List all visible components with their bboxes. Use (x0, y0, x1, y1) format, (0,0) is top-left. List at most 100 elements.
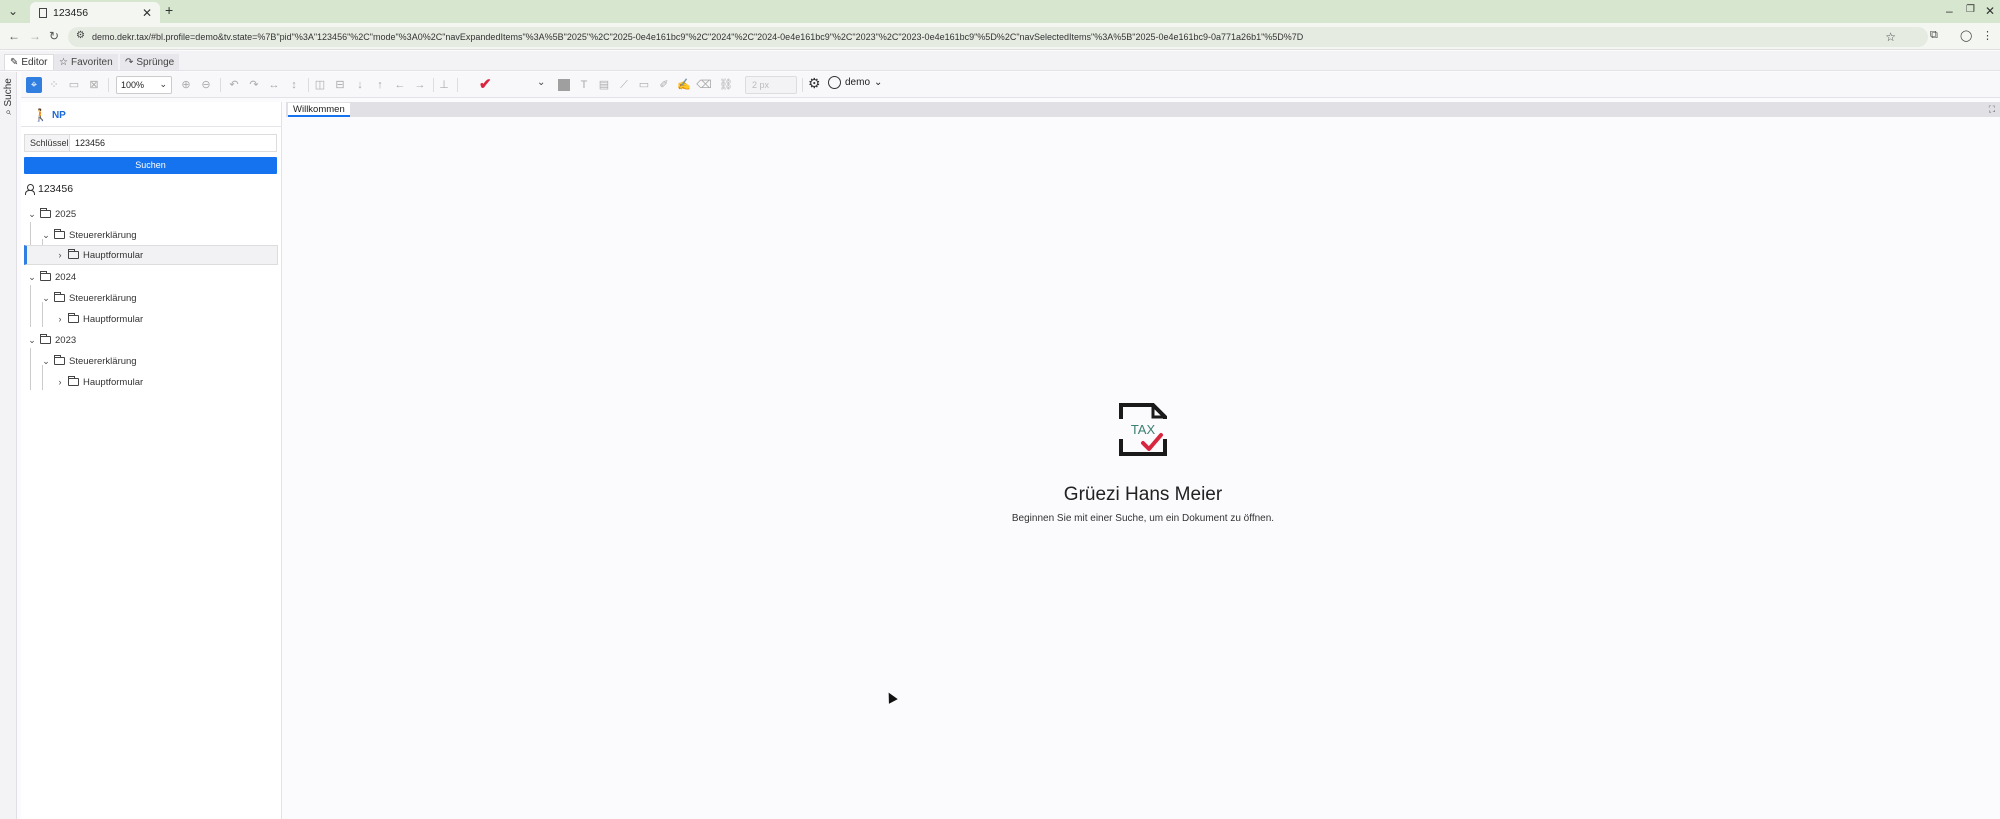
folder-open-icon (40, 271, 51, 281)
split-horizontal-icon[interactable]: ⊟ (332, 77, 348, 93)
profile-icon[interactable]: ◯ (1960, 29, 1972, 42)
minimize-icon[interactable]: – (1946, 4, 1953, 18)
search-button[interactable]: Suchen (24, 157, 277, 174)
tab-jumps-label: Sprünge (136, 56, 175, 68)
split-vertical-icon[interactable]: ◫ (312, 77, 328, 93)
tab-editor[interactable]: ✎ Editor (4, 54, 54, 70)
marker-icon[interactable]: ✐ (656, 77, 672, 93)
tree-item-main-form[interactable]: › Hauptformular (24, 309, 278, 329)
np-header[interactable]: 🚶 NP (33, 108, 66, 122)
arrow-left-icon[interactable]: ← (392, 77, 408, 93)
toolbar-divider (308, 78, 309, 92)
tree-item-tax-return[interactable]: ⌄ Steuererklärung (24, 225, 278, 245)
back-icon[interactable]: ← (8, 29, 20, 43)
toolbar-divider (457, 78, 458, 92)
stamp-icon[interactable]: ⊥ (436, 77, 452, 93)
region-tool-icon[interactable]: ⁘ (46, 77, 62, 93)
zoom-out-icon[interactable]: ⊖ (198, 77, 214, 93)
tree-item-main-form[interactable]: › Hauptformular (24, 372, 278, 392)
image-icon[interactable]: ▭ (66, 77, 82, 93)
page-favicon-icon (39, 7, 47, 18)
reload-icon[interactable]: ↻ (49, 29, 59, 43)
chevron-down-icon[interactable]: ⌄ (26, 272, 38, 283)
arrow-down-icon[interactable]: ↓ (352, 77, 368, 93)
stroke-width-input[interactable]: 2 px (745, 76, 797, 94)
tree-item-tax-return[interactable]: ⌄ Steuererklärung (24, 351, 278, 371)
signature-icon[interactable]: ✍ (676, 77, 692, 93)
chevron-down-icon: ⌄ (159, 79, 167, 89)
address-bar: ← → ↻ ⚙ demo.dekr.tax/#bl.profile=demo&t… (0, 23, 2000, 50)
line-icon[interactable]: ⟋ (616, 77, 632, 93)
document-tab-bar: Willkommen ⛶ (286, 102, 2000, 117)
np-label: NP (51, 109, 66, 121)
chevron-right-icon[interactable]: › (54, 250, 66, 260)
search-rail-tab[interactable]: ⌕ Suche (0, 72, 17, 120)
eraser-icon[interactable]: ⌫ (696, 77, 712, 93)
key-input[interactable]: 123456 (70, 135, 276, 151)
undo-icon[interactable]: ↶ (226, 77, 242, 93)
tree-item-main-form[interactable]: › Hauptformular (24, 245, 278, 265)
chevron-down-icon[interactable]: ⌄ (40, 230, 52, 241)
zoom-select[interactable]: 100% ⌄ (116, 76, 172, 94)
tab-list-chevron-icon[interactable]: ⌄ (8, 4, 18, 18)
chevron-down-icon[interactable]: ⌄ (26, 335, 38, 346)
browser-tab-title: 123456 (53, 6, 89, 19)
chevron-down-icon[interactable]: ⌄ (40, 293, 52, 304)
profile-select[interactable]: demo ⌄ (828, 76, 882, 89)
new-tab-icon[interactable]: + (165, 2, 173, 18)
restore-icon[interactable]: ❐ (1966, 4, 1975, 15)
tree-item-year[interactable]: ⌄ 2024 (24, 267, 278, 287)
checkmark-dropdown-chevron-icon[interactable]: ⌄ (537, 77, 545, 88)
hide-image-icon[interactable]: ⊠ (86, 77, 102, 93)
folder-open-icon (54, 292, 65, 302)
tab-welcome[interactable]: Willkommen (288, 103, 350, 117)
search-rail-label: ⌕ Suche (3, 77, 14, 115)
comment-icon[interactable]: ▤ (596, 77, 612, 93)
url-field[interactable]: ⚙ demo.dekr.tax/#bl.profile=demo&tv.stat… (68, 27, 1928, 47)
tab-jumps[interactable]: ↷ Sprünge (120, 54, 180, 70)
zoom-in-icon[interactable]: ⊕ (178, 77, 194, 93)
color-swatch[interactable] (558, 79, 570, 91)
checkmark-icon[interactable]: ✔ (479, 77, 492, 92)
tab-favorites[interactable]: ☆ Favoriten (54, 54, 118, 70)
tab-editor-label: Editor (21, 57, 48, 68)
rectangle-icon[interactable]: ▭ (636, 77, 652, 93)
chevron-down-icon[interactable]: ⌄ (40, 356, 52, 367)
toolbar-divider (220, 78, 221, 92)
fit-width-icon[interactable]: ↔ (266, 77, 282, 93)
arrow-right-icon[interactable]: → (412, 77, 428, 93)
key-field-label: Schlüssel (25, 135, 70, 151)
redo-icon[interactable]: ↷ (246, 77, 262, 93)
fit-height-icon[interactable]: ↕ (286, 77, 302, 93)
extensions-icon[interactable]: ⧉ (1930, 29, 1938, 42)
user-node[interactable]: 123456 (25, 183, 73, 195)
fullscreen-icon[interactable]: ⛶ (1989, 104, 1995, 115)
bookmark-star-icon[interactable]: ☆ (1885, 30, 1896, 44)
chevron-right-icon[interactable]: › (54, 377, 66, 387)
tree-item-year[interactable]: ⌄ 2023 (24, 330, 278, 350)
select-tool-icon[interactable]: ⌖ (26, 77, 42, 93)
chevron-right-icon[interactable]: › (54, 314, 66, 324)
editor-toolbar: ⌖ ⁘ ▭ ⊠ 100% ⌄ ⊕ ⊖ ↶ ↷ ↔ ↕ ◫ ⊟ ↓ ↑ ← → ⊥… (21, 72, 2000, 98)
folder-open-icon (40, 208, 51, 218)
menu-icon[interactable]: ⋮ (1982, 29, 1993, 42)
greeting-heading: Grüezi Hans Meier (1063, 484, 1223, 505)
arrow-up-icon[interactable]: ↑ (372, 77, 388, 93)
tree-item-tax-return[interactable]: ⌄ Steuererklärung (24, 288, 278, 308)
chevron-down-icon: ⌄ (874, 77, 883, 88)
close-window-icon[interactable]: ✕ (1985, 4, 1995, 18)
tree-item-label: 2023 (55, 334, 77, 346)
folder-open-icon (54, 355, 65, 365)
gear-icon[interactable]: ⚙ (808, 75, 821, 92)
text-icon[interactable]: T (576, 77, 592, 93)
pencil-icon: ✎ (10, 57, 19, 68)
site-info-icon[interactable]: ⚙ (76, 30, 85, 41)
tree-item-year[interactable]: ⌄ 2025 (24, 204, 278, 224)
tree-item-label: 2025 (55, 208, 77, 220)
close-tab-icon[interactable]: ✕ (142, 6, 152, 20)
browser-tab[interactable]: 123456 ✕ (30, 2, 160, 23)
link-icon[interactable]: ⛓ (718, 77, 734, 93)
logo-text: TAX (1131, 422, 1156, 437)
chevron-down-icon[interactable]: ⌄ (26, 209, 38, 220)
forward-icon[interactable]: → (29, 29, 41, 43)
